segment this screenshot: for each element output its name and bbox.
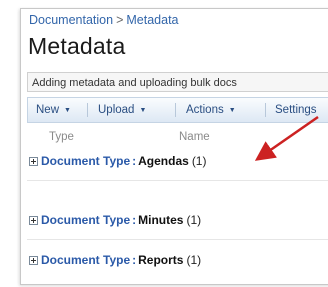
actions-menu-label: Actions — [186, 104, 224, 116]
toolbar-divider — [265, 103, 266, 117]
breadcrumb: Documentation > Metadata — [29, 13, 179, 27]
breadcrumb-parent-link[interactable]: Documentation — [29, 13, 113, 27]
toolbar-divider — [87, 103, 88, 117]
settings-menu-button[interactable]: Settings — [275, 98, 317, 122]
group-header-row[interactable]: Document Type: Reports (1) — [29, 246, 328, 274]
expand-plus-icon[interactable] — [29, 157, 38, 166]
row-divider — [27, 180, 328, 181]
group-separator: : — [132, 213, 137, 227]
list-description: Adding metadata and uploading bulk docs — [27, 72, 328, 92]
page-title: Metadata — [28, 33, 126, 59]
group-field-label: Document Type — [41, 253, 131, 267]
group-value: Agendas — [138, 154, 189, 168]
group-count: (1) — [191, 154, 207, 168]
group-header-row[interactable]: Document Type: Agendas (1) — [29, 147, 328, 175]
breadcrumb-current[interactable]: Metadata — [126, 13, 178, 27]
actions-dropdown-arrow-icon: ▼ — [228, 107, 236, 114]
column-header-type[interactable]: Type — [49, 131, 74, 143]
group-count: (1) — [186, 213, 202, 227]
settings-menu-label: Settings — [275, 104, 317, 116]
row-divider — [27, 239, 328, 240]
sharepoint-page-frame: Documentation > Metadata Metadata Adding m… — [20, 8, 328, 285]
group-separator: : — [132, 154, 137, 168]
upload-menu-label: Upload — [98, 104, 135, 116]
group-value: Reports — [138, 253, 184, 267]
group-value: Minutes — [138, 213, 184, 227]
group-count: (1) — [186, 253, 202, 267]
expand-plus-icon[interactable] — [29, 256, 38, 265]
upload-dropdown-arrow-icon: ▼ — [139, 107, 147, 114]
new-menu-label: New — [36, 104, 60, 116]
breadcrumb-separator: > — [116, 13, 124, 27]
group-header-row[interactable]: Document Type: Minutes (1) — [29, 206, 328, 234]
toolbar-divider — [175, 103, 176, 117]
new-menu-button[interactable]: New ▼ — [36, 98, 71, 122]
group-separator: : — [132, 253, 137, 267]
upload-menu-button[interactable]: Upload ▼ — [98, 98, 146, 122]
group-field-label: Document Type — [41, 154, 131, 168]
actions-menu-button[interactable]: Actions ▼ — [186, 98, 236, 122]
new-dropdown-arrow-icon: ▼ — [64, 107, 71, 114]
expand-plus-icon[interactable] — [29, 216, 38, 225]
list-toolbar: New ▼ Upload ▼ Actions ▼ Settings — [27, 97, 328, 123]
group-field-label: Document Type — [41, 213, 131, 227]
column-header-name[interactable]: Name — [179, 131, 210, 143]
